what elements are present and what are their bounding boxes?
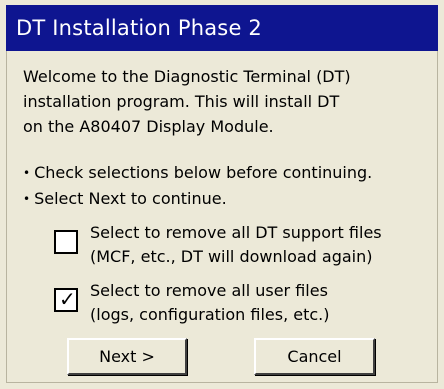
instruction-text: Check selections below before continuing… [34,163,373,182]
welcome-text: Welcome to the Diagnostic Terminal (DT) … [23,64,423,139]
remove-user-files-option[interactable]: ✓ Select to remove all user files (logs,… [54,279,434,329]
option-label-line: (MCF, etc., DT will download again) [90,247,373,266]
instruction-item: • Check selections below before continuin… [23,160,433,186]
remove-user-files-label[interactable]: Select to remove all user files (logs, c… [90,279,329,327]
option-label-line: Select to remove all user files [90,281,328,300]
cancel-button[interactable]: Cancel [254,338,375,375]
option-label-line: (logs, configuration files, etc.) [90,305,330,324]
instruction-item: • Select Next to continue. [23,186,433,212]
instruction-list: • Check selections below before continuin… [23,160,433,212]
dialog-title: DT Installation Phase 2 [6,5,438,51]
checkmark-icon: ✓ [59,287,76,311]
bullet-icon: • [23,192,31,206]
installer-dialog: DT Installation Phase 2 Welcome to the D… [0,0,444,389]
remove-user-files-checkbox[interactable]: ✓ [54,288,78,312]
welcome-line: Welcome to the Diagnostic Terminal (DT) [23,67,351,86]
remove-support-files-option[interactable]: Select to remove all DT support files (M… [54,221,434,271]
next-button[interactable]: Next > [67,338,187,375]
remove-support-files-label[interactable]: Select to remove all DT support files (M… [90,221,382,269]
instruction-text: Select Next to continue. [34,189,227,208]
remove-support-files-checkbox[interactable] [54,230,78,254]
bullet-icon: • [23,166,31,180]
option-label-line: Select to remove all DT support files [90,223,382,242]
welcome-line: on the A80407 Display Module. [23,117,274,136]
welcome-line: installation program. This will install … [23,92,340,111]
